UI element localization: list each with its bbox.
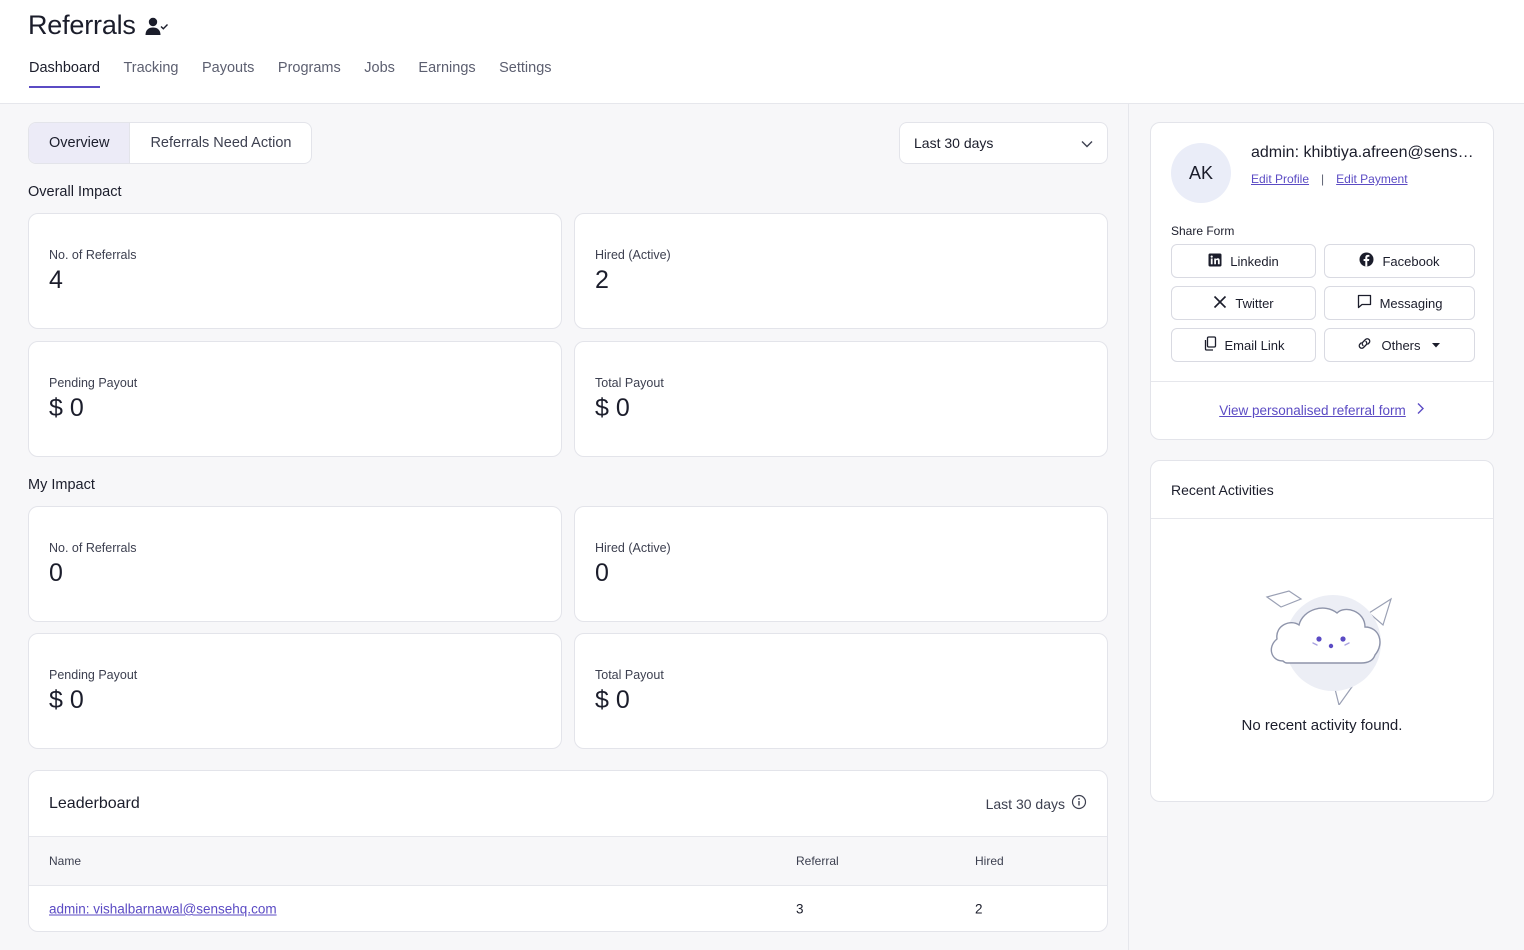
side-panel: AK admin: khibtiya.afreen@sensehq.com Ed…	[1128, 104, 1524, 950]
my-total-payout-card: Total Payout $ 0	[574, 633, 1108, 749]
my-impact-heading: My Impact	[28, 477, 95, 493]
link-icon	[1356, 336, 1373, 354]
profile-links: Edit Profile | Edit Payment	[1251, 172, 1408, 186]
leaderboard-column-headers: Name Referral Hired	[29, 837, 1107, 886]
share-messaging-label: Messaging	[1379, 295, 1443, 311]
stat-label: No. of Referrals	[49, 541, 137, 555]
edit-profile-link[interactable]: Edit Profile	[1251, 172, 1309, 186]
stat-value: $ 0	[49, 394, 84, 422]
profile-card: AK admin: khibtiya.afreen@sensehq.com Ed…	[1150, 122, 1494, 440]
x-twitter-icon	[1213, 295, 1227, 312]
overall-referrals-card: No. of Referrals 4	[28, 213, 562, 329]
overall-hired-card: Hired (Active) 2	[574, 213, 1108, 329]
date-range-value: Last 30 days	[914, 135, 994, 151]
profile-card-footer: View personalised referral form	[1151, 381, 1493, 439]
share-facebook-label: Facebook	[1382, 253, 1440, 269]
referral-count: 3	[796, 901, 804, 917]
avatar: AK	[1171, 143, 1231, 203]
stat-value: 0	[49, 559, 63, 587]
tab-payouts[interactable]: Payouts	[202, 60, 254, 88]
profile-name: admin: khibtiya.afreen@sensehq.com	[1251, 144, 1476, 161]
stat-label: Total Payout	[595, 668, 664, 682]
stat-value: $ 0	[595, 686, 630, 714]
empty-cloud-illustration	[1261, 585, 1399, 710]
column-header-referral: Referral	[796, 854, 839, 868]
leaderboard-range: Last 30 days	[986, 794, 1087, 813]
leaderboard-card: Leaderboard Last 30 days Name Referral H…	[28, 770, 1108, 932]
share-twitter-button[interactable]: Twitter	[1171, 286, 1316, 320]
share-linkedin-label: Linkedin	[1230, 253, 1279, 269]
segment-overview[interactable]: Overview	[29, 123, 131, 163]
share-form-label: Share Form	[1171, 224, 1235, 238]
hired-count: 2	[975, 901, 983, 917]
tab-earnings[interactable]: Earnings	[418, 60, 475, 88]
facebook-icon	[1359, 252, 1374, 270]
page-title: Referrals	[28, 10, 136, 40]
tab-jobs[interactable]: Jobs	[364, 60, 395, 88]
message-icon	[1357, 294, 1372, 312]
stat-value: 4	[49, 266, 63, 294]
tab-settings[interactable]: Settings	[499, 60, 551, 88]
overall-total-payout-card: Total Payout $ 0	[574, 341, 1108, 457]
my-referrals-card: No. of Referrals 0	[28, 506, 562, 622]
overall-pending-payout-card: Pending Payout $ 0	[28, 341, 562, 457]
share-email-link-button[interactable]: Email Link	[1171, 328, 1316, 362]
share-twitter-label: Twitter	[1235, 295, 1274, 311]
caret-down-icon	[1429, 338, 1443, 353]
edit-payment-link[interactable]: Edit Payment	[1336, 172, 1407, 186]
stat-value: $ 0	[595, 394, 630, 422]
dashboard-main: Overview Referrals Need Action Last 30 d…	[0, 104, 1128, 950]
tab-dashboard[interactable]: Dashboard	[29, 60, 100, 88]
stat-label: Total Payout	[595, 376, 664, 390]
recent-activities-card: Recent Activities No recent activity fou…	[1150, 460, 1494, 802]
main-tabs: Dashboard Tracking Payouts Programs Jobs…	[29, 60, 575, 88]
leaderboard-title: Leaderboard	[49, 794, 140, 812]
share-others-dropdown[interactable]: Others	[1324, 328, 1475, 362]
link-separator: |	[1321, 172, 1325, 186]
empty-state-message: No recent activity found.	[1241, 717, 1403, 734]
page-header: Referrals Dashboard Tracking Payouts Pro…	[0, 0, 1524, 104]
stat-value: 2	[595, 266, 609, 294]
share-facebook-button[interactable]: Facebook	[1324, 244, 1475, 278]
info-icon[interactable]	[1071, 794, 1087, 813]
share-others-label: Others	[1381, 337, 1421, 353]
copy-icon	[1203, 336, 1217, 354]
column-header-name: Name	[49, 854, 82, 868]
user-check-icon	[144, 14, 170, 40]
stat-label: No. of Referrals	[49, 248, 137, 262]
share-email-link-label: Email Link	[1224, 337, 1285, 353]
stat-label: Pending Payout	[49, 376, 138, 390]
stat-label: Hired (Active)	[595, 248, 671, 262]
recent-activities-title: Recent Activities	[1151, 461, 1493, 519]
view-segmented-control: Overview Referrals Need Action	[28, 122, 313, 164]
stat-value: $ 0	[49, 686, 84, 714]
column-header-hired: Hired	[975, 854, 1004, 868]
tab-tracking[interactable]: Tracking	[123, 60, 178, 88]
stat-label: Pending Payout	[49, 668, 138, 682]
stat-label: Hired (Active)	[595, 541, 671, 555]
my-hired-card: Hired (Active) 0	[574, 506, 1108, 622]
leaderboard-user-link[interactable]: admin: vishalbarnawal@sensehq.com	[49, 902, 277, 917]
overall-impact-heading: Overall Impact	[28, 184, 122, 200]
linkedin-icon	[1208, 253, 1222, 270]
chevron-down-icon	[1081, 135, 1093, 151]
title-row: Referrals	[28, 10, 170, 41]
table-row: admin: vishalbarnawal@sensehq.com 3 2	[29, 886, 1107, 931]
stat-value: 0	[595, 559, 609, 587]
chevron-right-icon[interactable]	[1416, 402, 1425, 420]
share-messaging-button[interactable]: Messaging	[1324, 286, 1475, 320]
tab-programs[interactable]: Programs	[278, 60, 341, 88]
share-linkedin-button[interactable]: Linkedin	[1171, 244, 1316, 278]
leaderboard-range-label: Last 30 days	[985, 795, 1065, 812]
view-referral-form-link[interactable]: View personalised referral form	[1219, 403, 1406, 418]
segment-referrals-need-action[interactable]: Referrals Need Action	[130, 123, 311, 163]
date-range-select[interactable]: Last 30 days	[899, 122, 1108, 164]
leaderboard-header: Leaderboard Last 30 days	[29, 771, 1107, 837]
my-pending-payout-card: Pending Payout $ 0	[28, 633, 562, 749]
